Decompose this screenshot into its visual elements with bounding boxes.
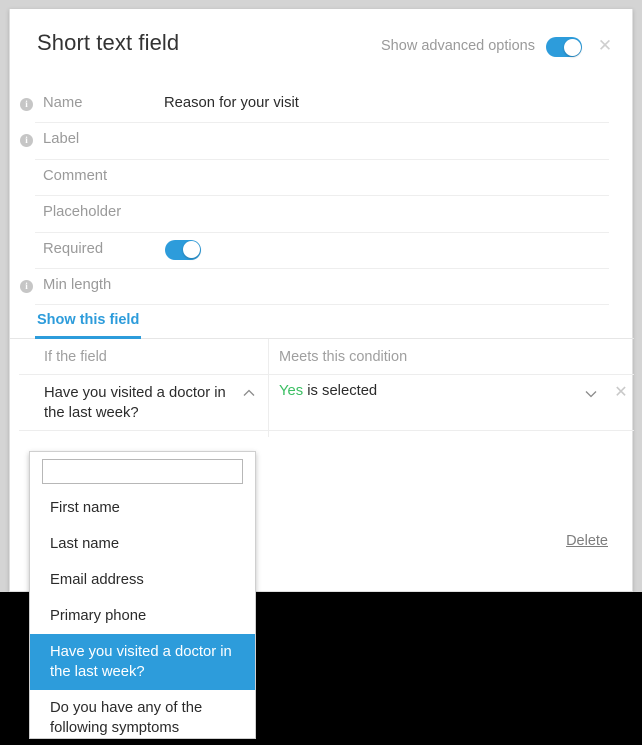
- field-label: Name: [43, 95, 83, 111]
- field-select-dropdown: First name Last name Email address Primary …: [29, 451, 256, 739]
- info-icon[interactable]: i: [20, 98, 33, 111]
- field-properties-list: i Name Reason for your visit i Label Comment P…: [10, 87, 634, 306]
- advanced-options-toggle[interactable]: [546, 37, 582, 57]
- chevron-up-icon[interactable]: [243, 389, 255, 397]
- info-icon[interactable]: i: [20, 279, 33, 293]
- condition-expression[interactable]: Yes is selected: [279, 383, 377, 399]
- tab-bar: Show this field: [10, 309, 634, 339]
- condition-operator: is selected: [303, 383, 378, 399]
- field-value[interactable]: Reason for your visit: [164, 95, 299, 111]
- dropdown-option[interactable]: Email address: [30, 562, 255, 598]
- toggle-knob: [182, 241, 200, 259]
- dropdown-option-list: First name Last name Email address Primary …: [30, 490, 255, 738]
- condition-value: Yes: [279, 383, 304, 399]
- field-row: i Label: [20, 123, 609, 160]
- dropdown-search-input[interactable]: [42, 459, 243, 484]
- advanced-options-label: Show advanced options: [381, 38, 535, 54]
- chevron-down-icon[interactable]: [585, 390, 597, 398]
- dropdown-option[interactable]: Do you have any of the following symptom…: [30, 690, 255, 738]
- dropdown-option[interactable]: First name: [30, 490, 255, 526]
- dialog-header: Short text field Show advanced options ✕: [10, 9, 632, 87]
- column-header-meets-this-condition: Meets this condition: [279, 349, 408, 365]
- tab-show-this-field[interactable]: Show this field: [35, 312, 142, 339]
- field-row: Comment: [35, 160, 609, 197]
- dropdown-option[interactable]: Primary phone: [30, 598, 255, 634]
- remove-condition-icon[interactable]: ✕: [613, 384, 629, 402]
- field-row: Placeholder: [35, 196, 609, 233]
- page-title: Short text field: [37, 30, 180, 55]
- field-row: Required: [35, 233, 609, 269]
- field-label: Min length: [43, 276, 112, 293]
- column-header-if-the-field: If the field: [44, 349, 107, 365]
- toggle-knob: [563, 38, 581, 56]
- close-icon[interactable]: ✕: [596, 37, 614, 55]
- required-toggle[interactable]: [165, 239, 201, 260]
- condition-row: Have you visited a doctor in the last we…: [19, 375, 634, 431]
- condition-field-select[interactable]: Have you visited a doctor in the last we…: [44, 383, 240, 423]
- field-label: Comment: [43, 167, 108, 184]
- field-row: i Min length: [20, 269, 609, 306]
- field-label: Label: [43, 131, 80, 148]
- delete-button[interactable]: Delete: [566, 533, 608, 549]
- conditions-table-header: If the field Meets this condition: [19, 339, 634, 375]
- field-label: Required: [43, 240, 104, 257]
- conditions-table: If the field Meets this condition Have y…: [19, 339, 634, 437]
- field-row: i Name Reason for your visit: [20, 87, 609, 124]
- dropdown-option[interactable]: Last name: [30, 526, 255, 562]
- field-label: Placeholder: [43, 204, 122, 221]
- info-icon[interactable]: i: [20, 134, 33, 148]
- dropdown-option[interactable]: Have you visited a doctor in the last we…: [30, 634, 255, 690]
